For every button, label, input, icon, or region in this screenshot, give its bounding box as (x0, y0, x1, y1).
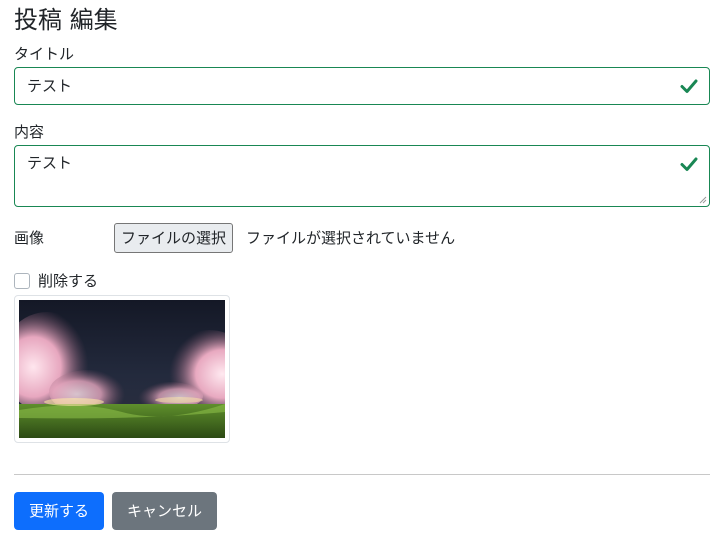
content-textarea[interactable]: テスト (14, 145, 710, 207)
content-label: 内容 (14, 123, 45, 141)
resize-grip-icon[interactable] (699, 196, 707, 204)
content-textarea-value: テスト (27, 154, 73, 172)
image-label: 画像 (14, 229, 45, 247)
delete-checkbox[interactable] (14, 273, 30, 289)
section-divider (14, 474, 710, 475)
night-cherry-blossom-photo (19, 300, 225, 438)
check-icon (680, 157, 698, 171)
title-input[interactable]: テスト (14, 67, 710, 105)
page-title: 投稿 編集 (14, 6, 118, 34)
image-file-row: 画像 ファイルの選択 ファイルが選択されていません (14, 223, 710, 253)
update-button[interactable]: 更新する (14, 492, 104, 530)
title-input-value: テスト (27, 77, 73, 95)
title-label: タイトル (14, 45, 75, 63)
delete-checkbox-label[interactable]: 削除する (38, 271, 98, 291)
check-icon (680, 79, 698, 93)
cancel-button[interactable]: キャンセル (112, 492, 217, 530)
image-thumbnail (14, 295, 230, 443)
file-status-text: ファイルが選択されていません (246, 229, 456, 247)
choose-file-button[interactable]: ファイルの選択 (114, 223, 234, 253)
edit-post-page: 投稿 編集 タイトル テスト 内容 テスト 画像 ファイルの選択 ファイルが選択… (0, 0, 728, 547)
